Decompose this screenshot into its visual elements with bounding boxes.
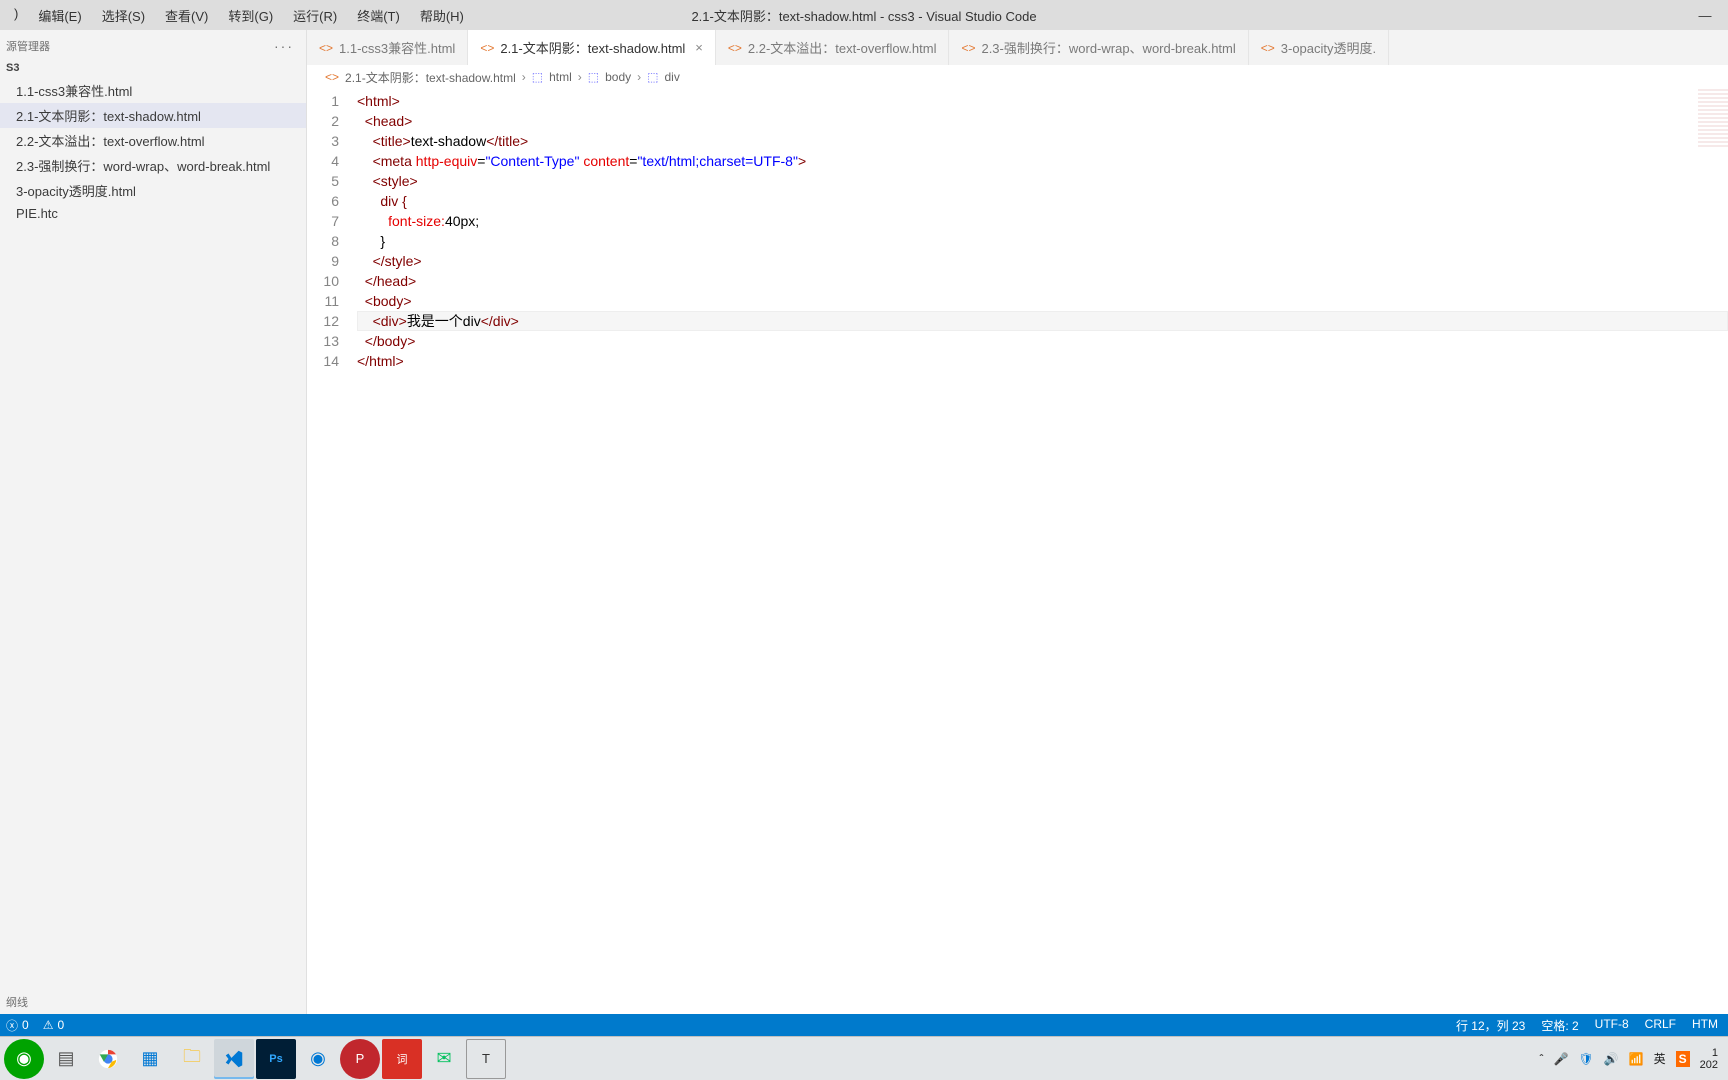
- taskbar-photoshop-icon[interactable]: Ps: [256, 1039, 296, 1079]
- menu-bar: ) 编辑(E) 选择(S) 查看(V) 转到(G) 运行(R) 终端(T) 帮助…: [0, 2, 474, 29]
- taskbar-wechat-icon[interactable]: ✉: [424, 1039, 464, 1079]
- status-bar: ⓧ 0 ⚠ 0 行 12，列 23 空格: 2 UTF-8 CRLF HTM: [0, 1014, 1728, 1036]
- tray-volume-icon[interactable]: 🔊: [1604, 1052, 1619, 1066]
- file-item[interactable]: PIE.htc: [0, 203, 306, 224]
- tray-wifi-icon[interactable]: 📶: [1629, 1052, 1644, 1066]
- taskbar-calculator-icon[interactable]: ▦: [130, 1039, 170, 1079]
- file-icon: <>: [325, 70, 339, 84]
- status-eol[interactable]: CRLF: [1645, 1017, 1676, 1034]
- code-content[interactable]: <html> <head> <title>text-shadow</title>…: [357, 89, 1728, 1014]
- tab-label: 3-opacity透明度.: [1281, 38, 1376, 57]
- tab[interactable]: <> 3-opacity透明度.: [1249, 30, 1389, 65]
- status-errors[interactable]: ⓧ 0: [6, 1017, 29, 1034]
- menu-selection[interactable]: 选择(S): [92, 2, 155, 29]
- file-icon: <>: [319, 41, 333, 55]
- status-warnings[interactable]: ⚠ 0: [43, 1018, 64, 1032]
- taskbar-chrome-icon[interactable]: [88, 1039, 128, 1079]
- tab[interactable]: <> 2.2-文本溢出：text-overflow.html: [716, 30, 950, 65]
- menu-go[interactable]: 转到(G): [218, 2, 283, 29]
- menu-view[interactable]: 查看(V): [155, 2, 218, 29]
- status-encoding[interactable]: UTF-8: [1595, 1017, 1629, 1034]
- start-button[interactable]: ◉: [4, 1039, 44, 1079]
- tray-sogou-icon[interactable]: S: [1676, 1051, 1690, 1067]
- breadcrumb-item[interactable]: div: [664, 70, 679, 84]
- file-item[interactable]: 2.3-强制换行：word-wrap、word-break.html: [0, 153, 306, 178]
- taskbar-app-icon[interactable]: 词: [382, 1039, 422, 1079]
- taskbar-vscode-icon[interactable]: [214, 1039, 254, 1079]
- status-language[interactable]: HTM: [1692, 1017, 1718, 1034]
- file-item[interactable]: 1.1-css3兼容性.html: [0, 78, 306, 103]
- breadcrumb[interactable]: <> 2.1-文本阴影：text-shadow.html › ⬚ html › …: [307, 65, 1728, 89]
- tab-label: 2.1-文本阴影：text-shadow.html: [500, 38, 685, 57]
- breadcrumb-file[interactable]: 2.1-文本阴影：text-shadow.html: [345, 69, 516, 86]
- explorer-title: 源管理器: [6, 38, 50, 54]
- taskbar: ◉ ▤ ▦ 🗀 Ps ◉ P 词 ✉ T ˆ 🎤 🛡 🔊 📶 英 S 1202: [0, 1036, 1728, 1080]
- explorer-more-icon[interactable]: ···: [274, 38, 294, 54]
- menu-run[interactable]: 运行(R): [283, 2, 347, 29]
- taskbar-sublime-icon[interactable]: ▤: [46, 1039, 86, 1079]
- chevron-right-icon: ›: [522, 70, 526, 84]
- file-item[interactable]: 3-opacity透明度.html: [0, 178, 306, 203]
- tray-microphone-icon[interactable]: 🎤: [1554, 1052, 1569, 1066]
- line-numbers: 1234567891011121314: [307, 89, 357, 1014]
- file-item[interactable]: 2.2-文本溢出：text-overflow.html: [0, 128, 306, 153]
- sidebar-explorer: 源管理器 ··· S3 1.1-css3兼容性.html 2.1-文本阴影：te…: [0, 30, 307, 1014]
- taskbar-typora-icon[interactable]: T: [466, 1039, 506, 1079]
- tray-ime-icon[interactable]: 英: [1654, 1050, 1666, 1067]
- tray-shield-icon[interactable]: 🛡: [1578, 1052, 1593, 1066]
- menu-edit[interactable]: 编辑(E): [28, 2, 91, 29]
- tab-label: 2.2-文本溢出：text-overflow.html: [748, 38, 937, 57]
- window-title: 2.1-文本阴影：text-shadow.html - css3 - Visua…: [691, 6, 1036, 25]
- taskbar-explorer-icon[interactable]: 🗀: [172, 1039, 212, 1079]
- chevron-right-icon: ›: [637, 70, 641, 84]
- tab-label: 2.3-强制换行：word-wrap、word-break.html: [981, 38, 1235, 57]
- minimize-button[interactable]: —: [1682, 0, 1728, 30]
- sidebar-header: 源管理器 ···: [0, 30, 306, 58]
- menu-terminal[interactable]: 终端(T): [347, 2, 410, 29]
- tray-clock[interactable]: 1202: [1700, 1047, 1718, 1071]
- file-item[interactable]: 2.1-文本阴影：text-shadow.html: [0, 103, 306, 128]
- symbol-icon: ⬚: [647, 70, 658, 84]
- file-icon: <>: [728, 41, 742, 55]
- file-icon: <>: [961, 41, 975, 55]
- status-cursor-position[interactable]: 行 12，列 23: [1456, 1017, 1525, 1034]
- tab-label: 1.1-css3兼容性.html: [339, 38, 455, 57]
- sidebar-section-title[interactable]: S3: [0, 58, 306, 78]
- close-icon[interactable]: ×: [695, 40, 703, 55]
- file-icon: <>: [1261, 41, 1275, 55]
- title-bar: ) 编辑(E) 选择(S) 查看(V) 转到(G) 运行(R) 终端(T) 帮助…: [0, 0, 1728, 30]
- breadcrumb-item[interactable]: html: [549, 70, 572, 84]
- window-controls: —: [1682, 0, 1728, 30]
- taskbar-app-icon[interactable]: P: [340, 1039, 380, 1079]
- menu-help[interactable]: 帮助(H): [410, 2, 474, 29]
- tray-chevron-up-icon[interactable]: ˆ: [1540, 1052, 1544, 1066]
- menu-truncated[interactable]: ): [4, 2, 28, 29]
- editor-area: <>1.1-css3兼容性.html <>2.1-文本阴影：text-shado…: [307, 30, 1728, 1014]
- tab[interactable]: <> 2.1-文本阴影：text-shadow.html ×: [468, 30, 716, 65]
- minimap[interactable]: [1698, 89, 1728, 149]
- taskbar-edge-icon[interactable]: ◉: [298, 1039, 338, 1079]
- system-tray: ˆ 🎤 🛡 🔊 📶 英 S 1202: [1540, 1047, 1724, 1071]
- breadcrumb-item[interactable]: body: [605, 70, 631, 84]
- chevron-right-icon: ›: [578, 70, 582, 84]
- status-indentation[interactable]: 空格: 2: [1541, 1017, 1578, 1034]
- file-icon: <>: [480, 41, 494, 55]
- sidebar-outline[interactable]: 纲线: [0, 990, 306, 1014]
- symbol-icon: ⬚: [588, 70, 599, 84]
- symbol-icon: ⬚: [532, 70, 543, 84]
- code-editor[interactable]: 1234567891011121314 <html> <head> <title…: [307, 89, 1728, 1014]
- tab[interactable]: <> 2.3-强制换行：word-wrap、word-break.html: [949, 30, 1248, 65]
- tab[interactable]: <> 1.1-css3兼容性.html: [307, 30, 468, 65]
- tab-bar: <> 1.1-css3兼容性.html <> 2.1-文本阴影：text-shado…: [307, 30, 1728, 65]
